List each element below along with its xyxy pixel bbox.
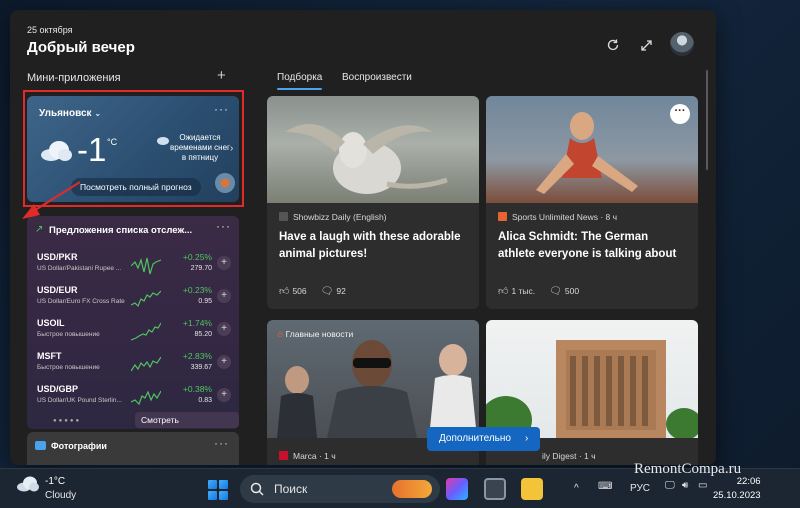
file-explorer-icon[interactable] — [521, 478, 543, 500]
show-hidden-icons-button[interactable]: ^ — [574, 483, 579, 494]
language-indicator[interactable]: РУС — [630, 483, 650, 494]
task-view-icon[interactable] — [484, 478, 506, 500]
annotation-arrows — [22, 181, 205, 496]
watermark: RemontCompa.ru — [634, 461, 742, 477]
volume-icon[interactable]: 🔊︎ — [682, 480, 688, 491]
taskbar-weather-temp[interactable]: -1°C — [45, 476, 65, 487]
taskbar-cloud-icon[interactable] — [16, 476, 40, 497]
search-icon — [250, 482, 264, 496]
clock-date: 25.10.2023 — [713, 490, 761, 501]
network-icon[interactable]: 🖵 — [665, 480, 675, 491]
copilot-icon[interactable] — [446, 478, 468, 500]
search-box[interactable]: Поиск — [240, 475, 440, 503]
keyboard-icon[interactable]: ⌨ — [598, 481, 612, 492]
clock[interactable]: 22:06 25.10.2023 — [713, 475, 761, 503]
search-highlight-icon — [392, 480, 432, 498]
start-button[interactable] — [208, 480, 228, 500]
taskbar-weather-condition[interactable]: Cloudy — [45, 490, 76, 501]
battery-icon[interactable]: ▭ — [698, 480, 707, 491]
